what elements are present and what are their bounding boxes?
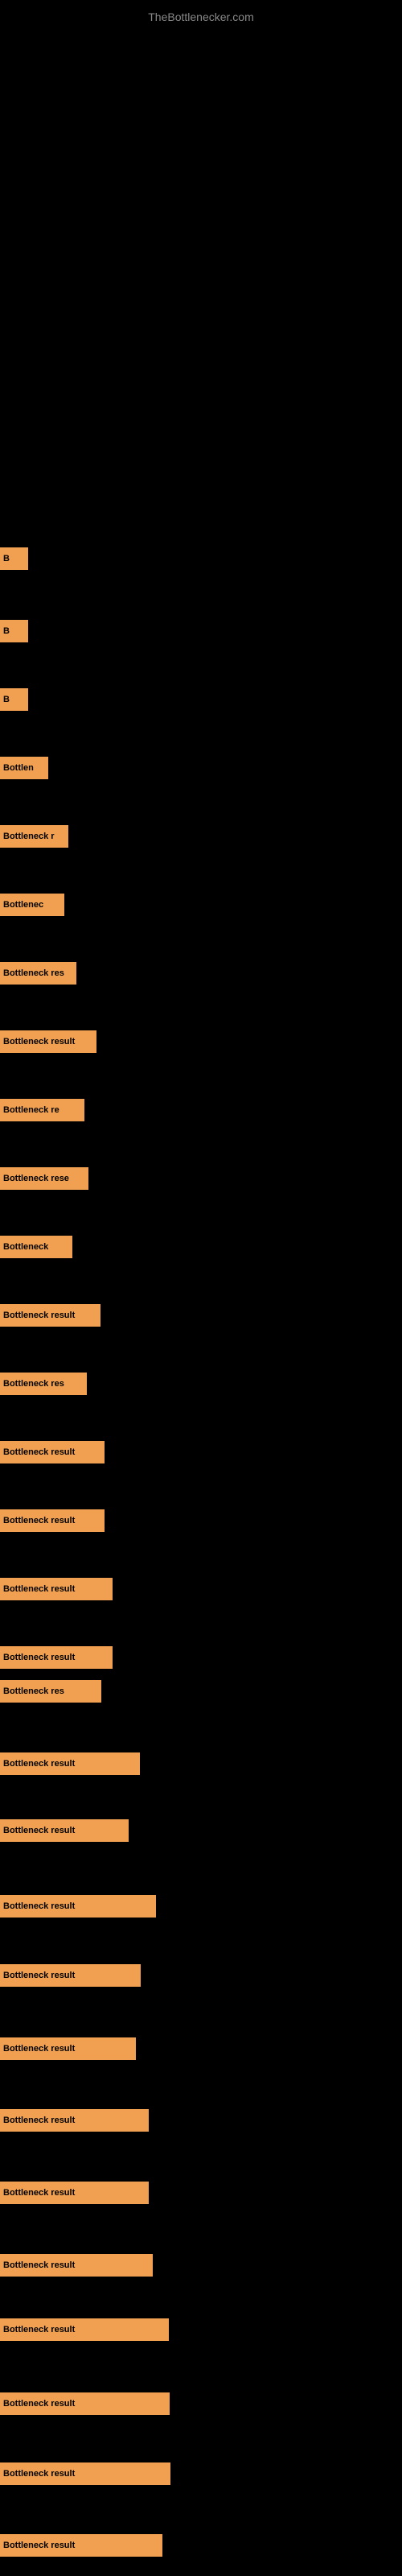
bottleneck-result-bar: Bottleneck result [0,1578,113,1600]
bottleneck-result-bar: Bottleneck result [0,1304,100,1327]
site-title: TheBottlenecker.com [0,4,402,30]
bottleneck-result-bar: Bottleneck [0,1236,72,1258]
bottleneck-result-bar: Bottleneck result [0,1030,96,1053]
bottleneck-result-bar: Bottleneck result [0,2462,170,2485]
bottleneck-result-bar: Bottleneck result [0,2109,149,2132]
bottleneck-result-bar: Bottlenec [0,894,64,916]
bottleneck-result-bar: Bottleneck result [0,2392,170,2415]
bottleneck-result-bar: B [0,688,28,711]
bottleneck-result-bar: Bottleneck result [0,1646,113,1669]
bottleneck-result-bar: Bottleneck res [0,1373,87,1395]
bottleneck-result-bar: B [0,620,28,642]
bottleneck-result-bar: Bottleneck result [0,2318,169,2341]
bottleneck-result-bar: Bottleneck result [0,2534,162,2557]
bottleneck-result-bar: Bottleneck result [0,1895,156,1918]
bottleneck-result-bar: B [0,547,28,570]
bottleneck-result-bar: Bottleneck res [0,962,76,985]
bottleneck-result-bar: Bottleneck result [0,1441,105,1463]
bottleneck-result-bar: Bottleneck result [0,1819,129,1842]
bottleneck-result-bar: Bottleneck result [0,2254,153,2277]
bottleneck-result-bar: Bottleneck result [0,1964,141,1987]
bottleneck-result-bar: Bottleneck result [0,2037,136,2060]
bottleneck-result-bar: Bottleneck re [0,1099,84,1121]
bottleneck-result-bar: Bottleneck result [0,1752,140,1775]
bottleneck-result-bar: Bottleneck r [0,825,68,848]
bottleneck-result-bar: Bottleneck result [0,2182,149,2204]
bottleneck-result-bar: Bottleneck result [0,1509,105,1532]
bottleneck-result-bar: Bottleneck rese [0,1167,88,1190]
bottleneck-result-bar: Bottlen [0,757,48,779]
bottleneck-result-bar: Bottleneck res [0,1680,101,1703]
